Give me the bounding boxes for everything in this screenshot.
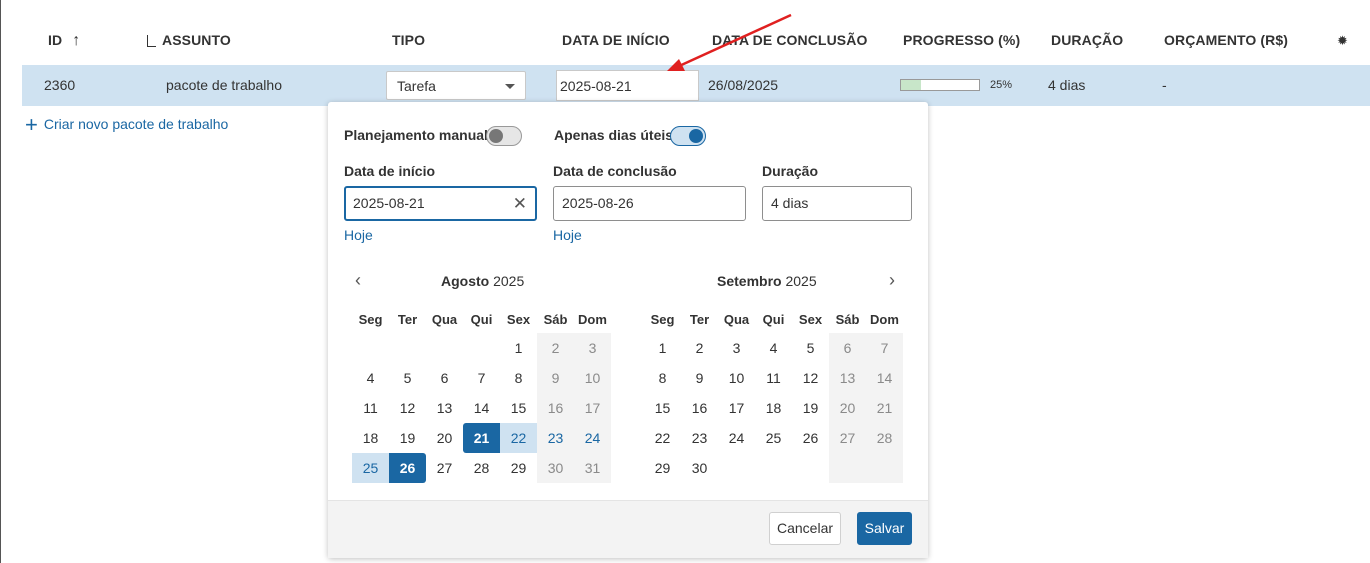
annotation-arrow <box>667 13 792 71</box>
